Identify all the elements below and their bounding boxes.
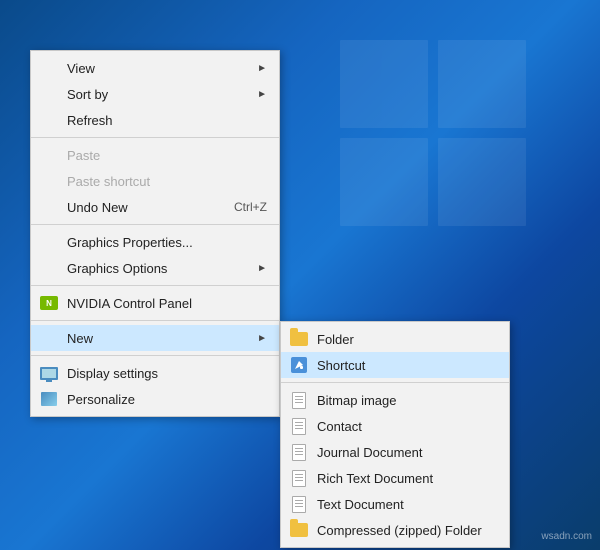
contact-icon — [289, 416, 309, 436]
text-doc-label: Text Document — [317, 497, 404, 512]
sort-by-label: Sort by — [67, 87, 108, 102]
rich-text-icon — [289, 468, 309, 488]
shortcut-icon — [289, 355, 309, 375]
text-doc-icon — [289, 494, 309, 514]
nvidia-label: NVIDIA Control Panel — [67, 296, 192, 311]
menu-item-nvidia[interactable]: N NVIDIA Control Panel — [31, 290, 279, 316]
submenu-item-contact[interactable]: Contact — [281, 413, 509, 439]
undo-new-label: Undo New — [67, 200, 128, 215]
menu-item-sort-by[interactable]: Sort by ► — [31, 81, 279, 107]
graphics-properties-label: Graphics Properties... — [67, 235, 193, 250]
menu-item-view[interactable]: View ► — [31, 55, 279, 81]
folder-icon — [289, 329, 309, 349]
submenu-item-zip[interactable]: Compressed (zipped) Folder — [281, 517, 509, 543]
separator-2 — [31, 224, 279, 225]
sort-by-arrow: ► — [257, 89, 267, 100]
desktop-logo — [340, 40, 540, 240]
paste-label: Paste — [67, 148, 100, 163]
submenu-item-shortcut[interactable]: Shortcut — [281, 352, 509, 378]
separator-4 — [31, 320, 279, 321]
contact-label: Contact — [317, 419, 362, 434]
display-settings-label: Display settings — [67, 366, 158, 381]
menu-item-new[interactable]: New ► Folder Shortcut — [31, 325, 279, 351]
watermark: wsadn.com — [541, 531, 592, 542]
submenu-item-journal[interactable]: Journal Document — [281, 439, 509, 465]
separator-5 — [31, 355, 279, 356]
paste-shortcut-label: Paste shortcut — [67, 174, 150, 189]
nvidia-icon: N — [39, 293, 59, 313]
menu-item-graphics-options[interactable]: Graphics Options ► — [31, 255, 279, 281]
bitmap-icon — [289, 390, 309, 410]
separator-3 — [31, 285, 279, 286]
personalize-label: Personalize — [67, 392, 135, 407]
rich-text-label: Rich Text Document — [317, 471, 433, 486]
graphics-options-arrow: ► — [257, 263, 267, 274]
new-submenu: Folder Shortcut Bitmap image — [280, 321, 510, 548]
new-label: New — [67, 331, 93, 346]
view-label: View — [67, 61, 95, 76]
submenu-item-folder[interactable]: Folder — [281, 326, 509, 352]
submenu-item-bitmap[interactable]: Bitmap image — [281, 387, 509, 413]
menu-item-paste[interactable]: Paste — [31, 142, 279, 168]
menu-item-paste-shortcut[interactable]: Paste shortcut — [31, 168, 279, 194]
submenu-separator — [281, 382, 509, 383]
graphics-options-label: Graphics Options — [67, 261, 167, 276]
shortcut-label: Shortcut — [317, 358, 365, 373]
submenu-item-rich-text[interactable]: Rich Text Document — [281, 465, 509, 491]
menu-item-personalize[interactable]: Personalize — [31, 386, 279, 412]
new-arrow: ► — [257, 333, 267, 344]
zip-label: Compressed (zipped) Folder — [317, 523, 482, 538]
undo-new-shortcut: Ctrl+Z — [234, 200, 267, 214]
refresh-label: Refresh — [67, 113, 113, 128]
zip-icon — [289, 520, 309, 540]
submenu-item-text[interactable]: Text Document — [281, 491, 509, 517]
menu-item-undo-new[interactable]: Undo New Ctrl+Z — [31, 194, 279, 220]
menu-item-graphics-properties[interactable]: Graphics Properties... — [31, 229, 279, 255]
folder-label: Folder — [317, 332, 354, 347]
menu-item-refresh[interactable]: Refresh — [31, 107, 279, 133]
display-icon — [39, 363, 59, 383]
personalize-icon — [39, 389, 59, 409]
journal-icon — [289, 442, 309, 462]
desktop: View ► Sort by ► Refresh Paste Paste sho… — [0, 0, 600, 550]
menu-item-display-settings[interactable]: Display settings — [31, 360, 279, 386]
view-arrow: ► — [257, 63, 267, 74]
context-menu: View ► Sort by ► Refresh Paste Paste sho… — [30, 50, 280, 417]
bitmap-label: Bitmap image — [317, 393, 396, 408]
journal-label: Journal Document — [317, 445, 423, 460]
separator-1 — [31, 137, 279, 138]
